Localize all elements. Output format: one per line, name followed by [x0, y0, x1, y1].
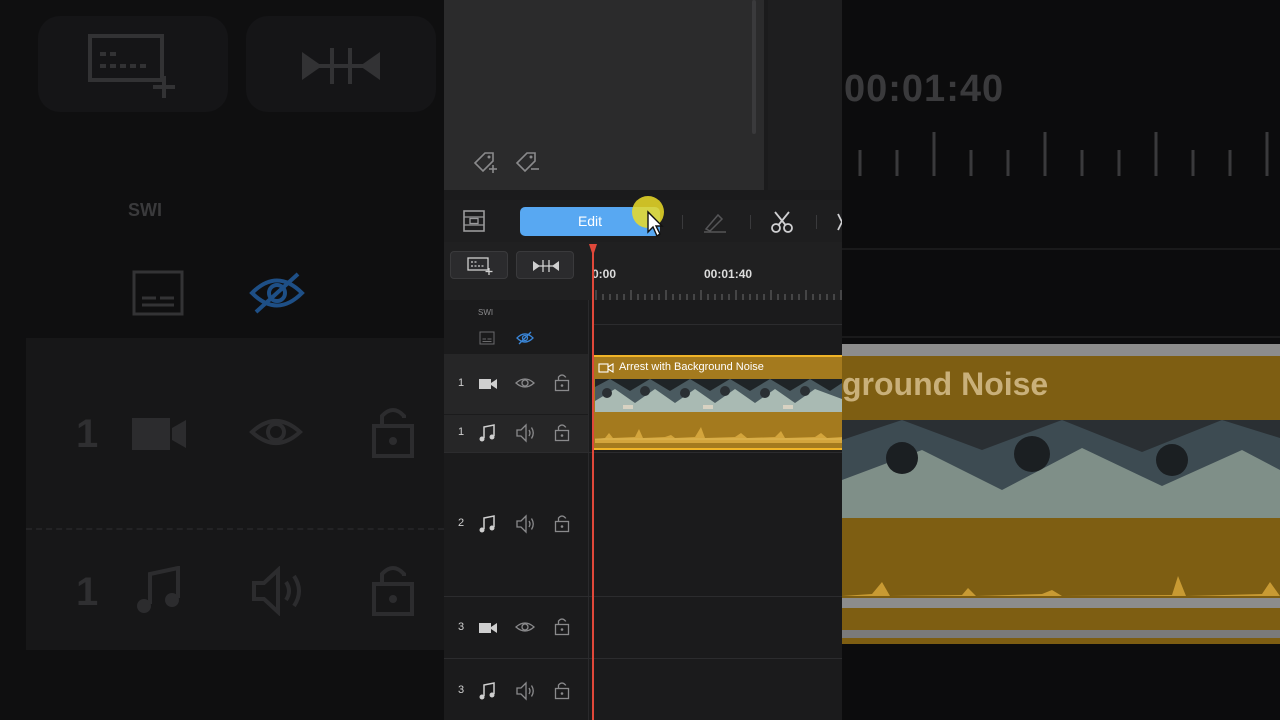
bg-clip-top-bar	[842, 344, 1280, 356]
bg-track-line	[842, 336, 1280, 338]
bg-ruler-line	[842, 248, 1280, 250]
lock-icon[interactable]	[552, 513, 572, 533]
volume-icon[interactable]	[515, 681, 535, 701]
clip-audio-waveform	[595, 413, 842, 443]
playhead[interactable]	[592, 246, 594, 720]
bg-hidden-eye-icon	[249, 272, 305, 314]
track-headers: SWI 1 1 2 3 3	[444, 300, 589, 720]
more-tools-icon[interactable]	[836, 210, 842, 234]
track-row-video-1[interactable]: 1	[444, 354, 588, 414]
bg-add-subtitle-button	[38, 16, 228, 112]
subtitle-add-icon	[467, 257, 493, 275]
track-number: 2	[458, 517, 465, 529]
bg-subtitle-add-icon	[88, 34, 175, 98]
track-row-video-3[interactable]: 3	[444, 598, 588, 658]
subtitle-track-icon[interactable]	[479, 331, 495, 345]
eye-icon[interactable]	[515, 373, 535, 393]
bg-subtitle-icon	[132, 270, 184, 316]
remove-tag-icon[interactable]	[514, 150, 540, 176]
video-camera-icon	[479, 623, 497, 633]
bg-clip-title: ground Noise	[842, 366, 1049, 402]
bg-clip-bottom-bar	[842, 598, 1280, 608]
fit-icon	[533, 260, 559, 272]
add-tag-icon[interactable]	[472, 150, 498, 176]
eye-icon[interactable]	[515, 617, 535, 637]
clip-video-icon	[598, 363, 614, 373]
volume-icon[interactable]	[515, 514, 535, 534]
toolbar-separator	[682, 215, 683, 229]
lock-icon[interactable]	[552, 680, 572, 700]
music-note-icon	[479, 515, 495, 533]
scissors-icon[interactable]	[770, 210, 794, 234]
timeline-clip[interactable]: Arrest with Background Noise	[593, 355, 842, 450]
track-number: 3	[458, 621, 465, 633]
fit-timeline-button[interactable]	[516, 251, 574, 279]
bg-track-number-2: 1	[76, 570, 99, 614]
track-number: 3	[458, 684, 465, 696]
bg-music-note-icon	[137, 566, 180, 613]
preview-panel-edge	[768, 0, 842, 190]
bg-subtitle-label: SWI	[128, 200, 162, 220]
playhead-handle-icon[interactable]	[589, 244, 597, 256]
bg-clip-thumbnails	[842, 420, 1280, 518]
track-row-audio-3[interactable]: 3	[444, 660, 588, 720]
background-zoom-left: SWI 1 1	[0, 0, 444, 720]
bg-separator	[26, 528, 444, 530]
track-divider-line	[444, 596, 842, 597]
track-number: 1	[458, 426, 465, 438]
music-note-icon	[479, 424, 495, 442]
video-editor-app: Edit 0:00 00:01:40 SWI 1 1 2 3 3 Arrest …	[444, 0, 842, 720]
bg-fit-icon	[302, 48, 380, 84]
bg-eye-icon	[249, 419, 303, 445]
media-library-panel	[444, 0, 764, 190]
subtitle-hidden-eye-icon[interactable]	[516, 331, 534, 345]
toolbar-separator-3	[816, 215, 817, 229]
bg-volume-icon	[252, 566, 301, 616]
subtitle-track-line	[592, 324, 842, 325]
bg-video-camera-icon	[132, 418, 186, 450]
lock-icon[interactable]	[552, 372, 572, 392]
track-number: 1	[458, 377, 465, 389]
clip-title: Arrest with Background Noise	[619, 361, 764, 373]
bg-clip: ground Noise	[842, 344, 1280, 644]
add-subtitle-track-button[interactable]	[450, 251, 508, 279]
track-divider-line	[444, 658, 842, 659]
track-row-audio-1[interactable]: 1	[444, 415, 588, 452]
pen-icon[interactable]	[702, 211, 728, 233]
bg-ruler-time: 00:01:40	[844, 68, 1005, 110]
clip-thumbnails	[595, 379, 842, 412]
bg-fit-button	[246, 16, 436, 112]
video-camera-icon	[479, 379, 497, 389]
track-row-audio-2[interactable]: 2	[444, 453, 588, 596]
subtitle-track-label: SWI	[478, 308, 494, 317]
bg-lock-icon-2	[372, 566, 414, 616]
storyboard-icon[interactable]	[462, 209, 486, 233]
ruler-time-mark: 00:01:40	[704, 267, 753, 281]
bg-lock-icon	[372, 408, 414, 458]
lock-icon[interactable]	[552, 616, 572, 636]
bg-ruler-ticks	[858, 132, 1269, 176]
toolbar-separator-2	[750, 215, 751, 229]
lock-icon[interactable]	[552, 422, 572, 442]
bg-track-number-1: 1	[76, 412, 99, 456]
media-scrollbar[interactable]	[752, 0, 756, 134]
music-note-icon	[479, 682, 495, 700]
background-zoom-right: 00:01:40 ground Noise	[842, 0, 1280, 720]
ruler-start-time: 0:00	[592, 267, 617, 281]
bg-clip-waveform	[842, 576, 1280, 596]
volume-icon[interactable]	[515, 423, 535, 443]
mouse-cursor-icon	[647, 210, 664, 238]
track-divider-line	[444, 452, 842, 453]
bg-clip-bottom-bar-2	[842, 630, 1280, 638]
